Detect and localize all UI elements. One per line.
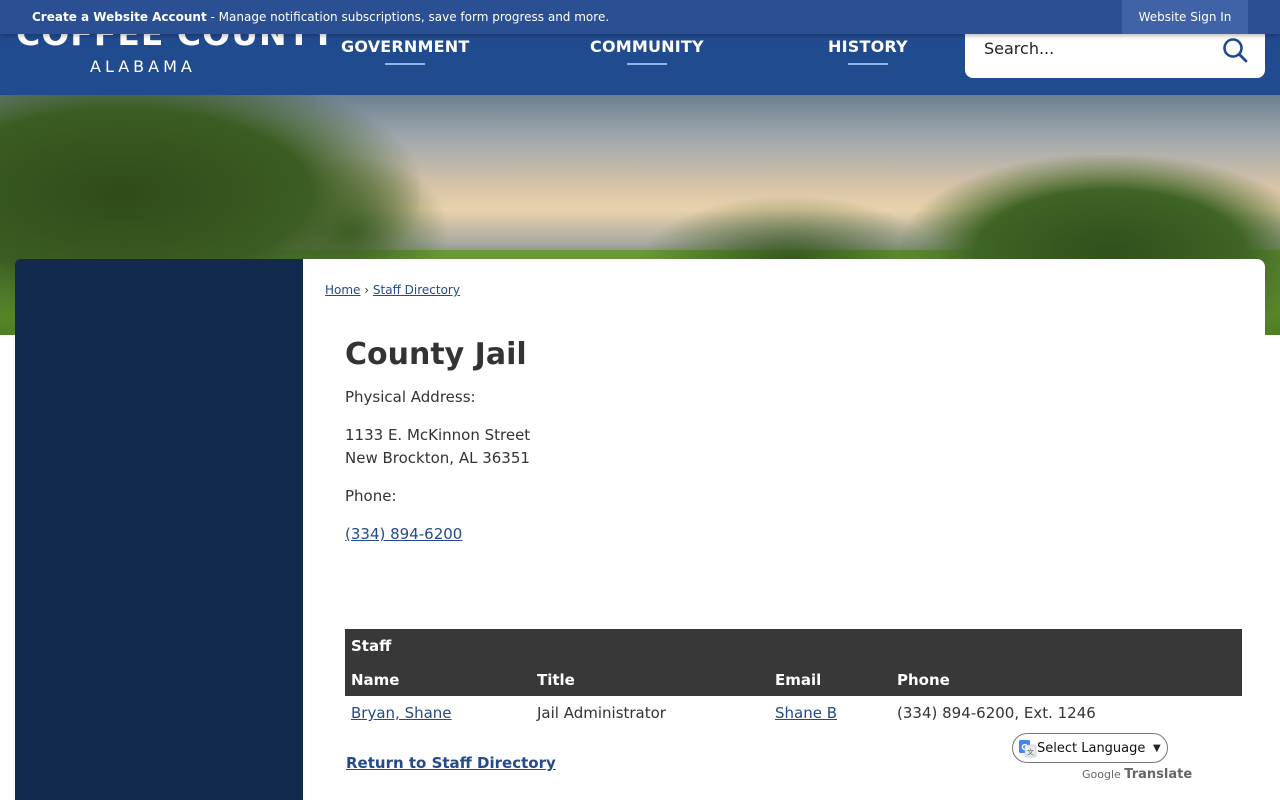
- nav-item-community[interactable]: COMMUNITY: [590, 37, 704, 65]
- powered-by-google-translate[interactable]: Google Translate: [1082, 767, 1192, 782]
- language-select-label: Select Language: [1037, 741, 1146, 756]
- breadcrumb-home-link[interactable]: Home: [325, 283, 360, 297]
- nav-item-label: HISTORY: [828, 37, 908, 56]
- account-bar-text: Create a Website Account - Manage notifi…: [32, 10, 609, 24]
- nav-underline: [385, 63, 426, 65]
- google-wordmark: Google: [1082, 768, 1121, 781]
- sign-in-button[interactable]: Website Sign In: [1122, 0, 1248, 34]
- address-line2: New Brockton, AL 36351: [345, 449, 530, 467]
- nav-underline: [847, 63, 888, 65]
- staff-name-link[interactable]: Bryan, Shane: [351, 704, 452, 722]
- sidebar-panel: [15, 259, 303, 800]
- breadcrumb-separator: ›: [364, 283, 370, 297]
- account-bar: Create a Website Account - Manage notifi…: [0, 0, 1280, 34]
- create-account-link[interactable]: Create a Website Account: [32, 10, 207, 24]
- main-content: Home › Staff Directory County Jail Physi…: [303, 259, 1265, 800]
- page-title: County Jail: [345, 337, 527, 372]
- column-header-title: Title: [537, 671, 575, 689]
- logo-subtitle[interactable]: ALABAMA: [90, 57, 196, 76]
- phone-label: Phone:: [345, 487, 397, 505]
- svg-text:文: 文: [1027, 748, 1034, 757]
- phone-link[interactable]: (334) 894-6200: [345, 525, 462, 543]
- column-header-email: Email: [775, 671, 822, 689]
- search-icon[interactable]: [1221, 36, 1249, 64]
- google-translate-icon: G 文: [1019, 740, 1037, 758]
- staff-table-caption: Staff: [351, 637, 392, 655]
- search-input[interactable]: Search...: [984, 39, 1054, 58]
- breadcrumb: Home › Staff Directory: [325, 283, 460, 297]
- staff-email-link[interactable]: Shane B: [775, 704, 837, 722]
- column-header-name: Name: [351, 671, 400, 689]
- column-header-phone: Phone: [897, 671, 950, 689]
- return-to-staff-directory-link[interactable]: Return to Staff Directory: [346, 754, 556, 772]
- nav-underline: [626, 63, 667, 65]
- nav-item-government[interactable]: GOVERNMENT: [341, 37, 469, 65]
- translate-wordmark: Translate: [1124, 767, 1193, 782]
- breadcrumb-staff-directory-link[interactable]: Staff Directory: [373, 283, 460, 297]
- language-select[interactable]: G 文 Select Language ▼: [1012, 733, 1168, 763]
- address-line1: 1133 E. McKinnon Street: [345, 426, 531, 444]
- nav-item-label: COMMUNITY: [590, 37, 704, 56]
- staff-table-header: Staff Name Title Email Phone: [345, 629, 1242, 696]
- nav-item-label: GOVERNMENT: [341, 37, 470, 56]
- account-bar-description: - Manage notification subscriptions, sav…: [206, 10, 610, 24]
- chevron-down-icon: ▼: [1153, 743, 1161, 754]
- staff-phone: (334) 894-6200, Ext. 1246: [897, 704, 1096, 722]
- address-label: Physical Address:: [345, 388, 476, 406]
- nav-item-history[interactable]: HISTORY: [828, 37, 908, 65]
- table-row: Bryan, Shane Jail Administrator Shane B …: [345, 696, 1242, 730]
- staff-title: Jail Administrator: [537, 704, 666, 722]
- staff-table: Staff Name Title Email Phone Bryan, Shan…: [345, 629, 1242, 730]
